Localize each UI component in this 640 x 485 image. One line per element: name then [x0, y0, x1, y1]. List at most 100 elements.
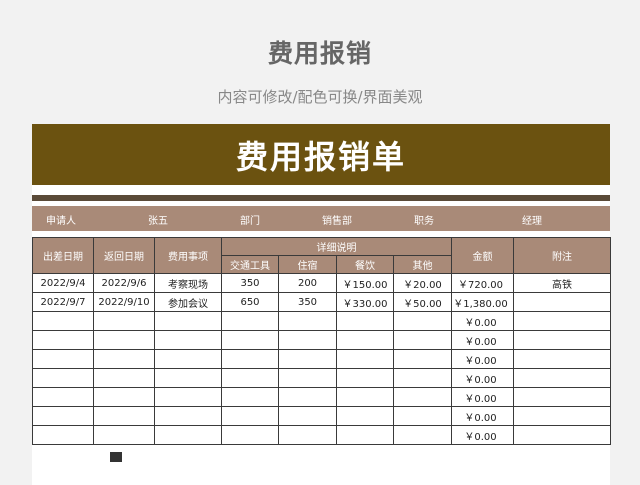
cell-other[interactable]	[393, 311, 452, 331]
dept-label: 部门	[240, 216, 260, 227]
cell-amount[interactable]: ￥0.00	[451, 368, 514, 388]
cell-amount[interactable]: ￥0.00	[451, 349, 514, 369]
cell-meals[interactable]	[336, 406, 394, 426]
cell-transport[interactable]	[221, 406, 279, 426]
cell-amount[interactable]: ￥1,380.00	[451, 292, 514, 312]
cell-note[interactable]	[513, 330, 611, 350]
cell-note[interactable]	[513, 349, 611, 369]
cell-other[interactable]	[393, 406, 452, 426]
cell-transport[interactable]	[221, 387, 279, 407]
cell-amount[interactable]: ￥0.00	[451, 330, 514, 350]
cell-amount[interactable]: ￥0.00	[451, 387, 514, 407]
cell-other[interactable]	[393, 368, 452, 388]
cell-other[interactable]	[393, 330, 452, 350]
cell-meals[interactable]	[336, 311, 394, 331]
cell-meals[interactable]	[336, 387, 394, 407]
table-row: 2022/9/4 2022/9/6 考察现场 350 200 ￥150.00 ￥20.00 ￥…	[32, 273, 611, 293]
cell-transport[interactable]	[221, 311, 279, 331]
cell-depart-date[interactable]	[32, 349, 94, 369]
cell-other[interactable]	[393, 387, 452, 407]
cell-return-date[interactable]	[93, 330, 155, 350]
cell-transport[interactable]: 650	[221, 292, 279, 312]
cell-other[interactable]: ￥50.00	[393, 292, 452, 312]
position-value[interactable]: 经理	[522, 212, 542, 227]
cell-item[interactable]	[154, 425, 222, 445]
cell-meals[interactable]: ￥330.00	[336, 292, 394, 312]
cell-transport[interactable]	[221, 349, 279, 369]
dept-value[interactable]: 销售部	[322, 212, 352, 227]
cell-item[interactable]	[154, 311, 222, 331]
applicant-value[interactable]: 张五	[148, 212, 168, 227]
cell-item[interactable]: 考察现场	[154, 273, 222, 293]
cell-item[interactable]	[154, 330, 222, 350]
cell-note[interactable]	[513, 406, 611, 426]
cell-return-date[interactable]	[93, 368, 155, 388]
cell-depart-date[interactable]: 2022/9/4	[32, 273, 94, 293]
expense-form-sheet: 费用报销单 申请人 张五 部门 销售部 职务 经理 出差日期 返回日期 费用事项…	[32, 124, 611, 485]
cell-other[interactable]: ￥20.00	[393, 273, 452, 293]
table-row: ￥0.00	[32, 311, 611, 331]
info-row: 申请人 张五 部门 销售部 职务 经理	[32, 206, 610, 231]
divider-bar	[32, 195, 610, 201]
cell-note[interactable]	[513, 425, 611, 445]
page-title: 费用报销	[267, 39, 372, 68]
cell-transport[interactable]	[221, 368, 279, 388]
table-row: ￥0.00	[32, 349, 611, 369]
cell-other[interactable]	[393, 349, 452, 369]
cell-lodging[interactable]	[278, 311, 337, 331]
cell-item[interactable]	[154, 368, 222, 388]
cell-item[interactable]	[154, 406, 222, 426]
cell-return-date[interactable]	[93, 349, 155, 369]
cell-depart-date[interactable]	[32, 311, 94, 331]
cell-lodging[interactable]	[278, 387, 337, 407]
cell-amount[interactable]: ￥0.00	[451, 425, 514, 445]
cell-meals[interactable]	[336, 368, 394, 388]
cell-note[interactable]	[513, 368, 611, 388]
cell-transport[interactable]	[221, 425, 279, 445]
cell-depart-date[interactable]: 2022/9/7	[32, 292, 94, 312]
cell-lodging[interactable]	[278, 368, 337, 388]
cell-amount[interactable]: ￥0.00	[451, 406, 514, 426]
cell-return-date[interactable]	[93, 387, 155, 407]
cell-depart-date[interactable]	[32, 330, 94, 350]
cell-meals[interactable]	[336, 425, 394, 445]
cell-lodging[interactable]	[278, 349, 337, 369]
cell-return-date[interactable]: 2022/9/6	[93, 273, 155, 293]
table-row: ￥0.00	[32, 406, 611, 426]
position-label: 职务	[414, 216, 434, 227]
cell-transport[interactable]	[221, 330, 279, 350]
cell-note[interactable]	[513, 292, 611, 312]
header-item: 费用事项	[154, 237, 222, 274]
cell-lodging[interactable]	[278, 425, 337, 445]
cell-return-date[interactable]	[93, 406, 155, 426]
cell-item[interactable]	[154, 387, 222, 407]
cell-other[interactable]	[393, 425, 452, 445]
cell-depart-date[interactable]	[32, 368, 94, 388]
cell-lodging[interactable]	[278, 330, 337, 350]
cell-depart-date[interactable]	[32, 425, 94, 445]
cell-return-date[interactable]	[93, 425, 155, 445]
form-banner: 费用报销单	[32, 124, 610, 185]
cell-lodging[interactable]: 200	[278, 273, 337, 293]
table-row: ￥0.00	[32, 368, 611, 388]
header-lodging: 住宿	[278, 255, 337, 274]
cell-item[interactable]: 参加会议	[154, 292, 222, 312]
applicant-label: 申请人	[46, 216, 76, 227]
cell-amount[interactable]: ￥0.00	[451, 311, 514, 331]
cell-note[interactable]: 高铁	[513, 273, 611, 293]
cell-depart-date[interactable]	[32, 406, 94, 426]
cell-transport[interactable]: 350	[221, 273, 279, 293]
cell-note[interactable]	[513, 311, 611, 331]
cell-lodging[interactable]: 350	[278, 292, 337, 312]
cell-return-date[interactable]: 2022/9/10	[93, 292, 155, 312]
cell-amount[interactable]: ￥720.00	[451, 273, 514, 293]
cell-return-date[interactable]	[93, 311, 155, 331]
cell-meals[interactable]	[336, 330, 394, 350]
cell-depart-date[interactable]	[32, 387, 94, 407]
expense-rows: 2022/9/4 2022/9/6 考察现场 350 200 ￥150.00 ￥20.00 ￥…	[32, 273, 611, 445]
cell-note[interactable]	[513, 387, 611, 407]
cell-meals[interactable]: ￥150.00	[336, 273, 394, 293]
cell-lodging[interactable]	[278, 406, 337, 426]
cell-item[interactable]	[154, 349, 222, 369]
cell-meals[interactable]	[336, 349, 394, 369]
